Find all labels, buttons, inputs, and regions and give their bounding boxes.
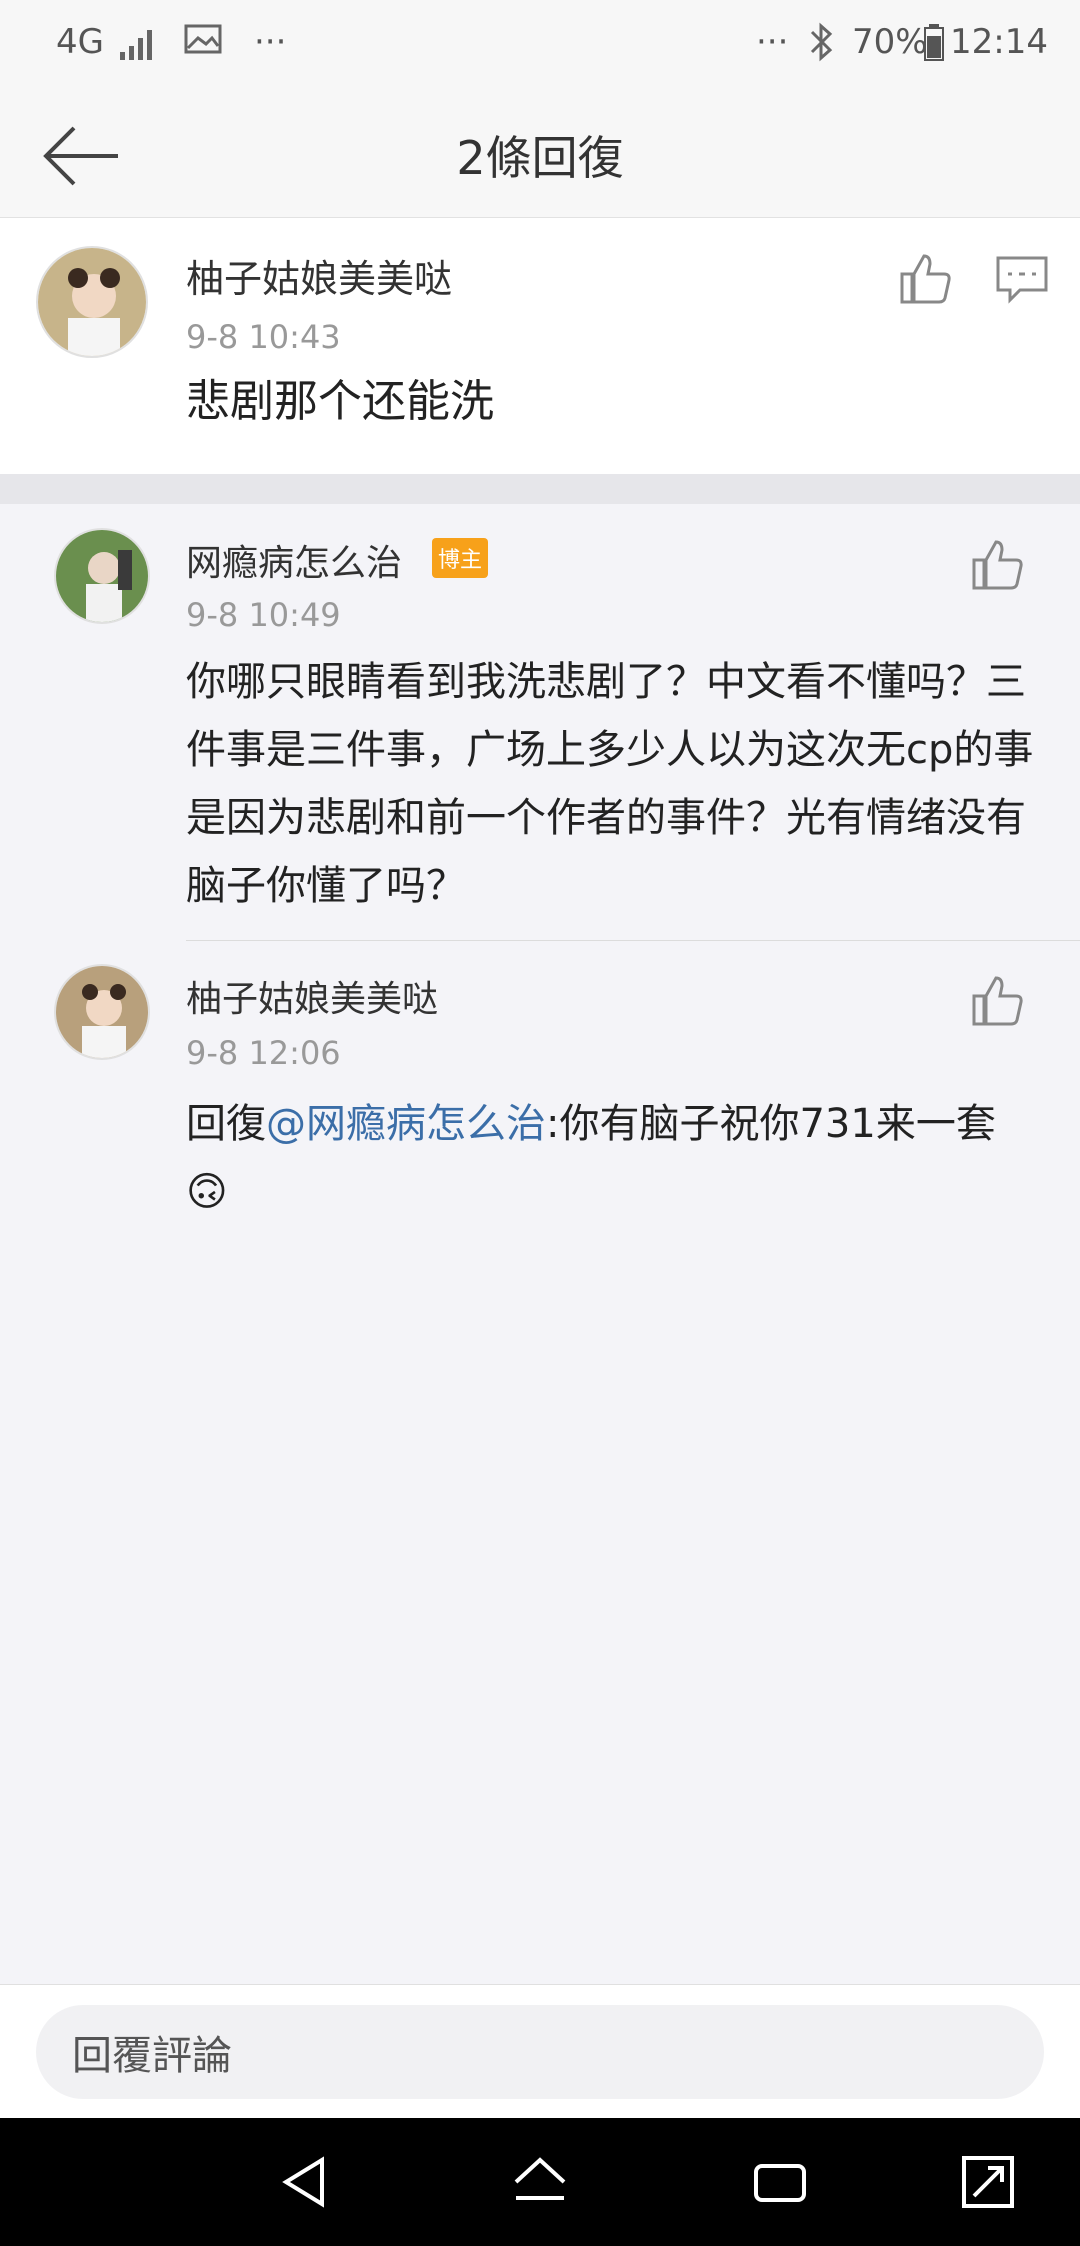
section-gap bbox=[0, 474, 1080, 504]
like-icon[interactable] bbox=[968, 970, 1028, 1030]
reply-author[interactable]: 柚子姑娘美美哒 bbox=[186, 970, 438, 1022]
reply-text: 回復@网瘾病怎么治:你有脑子祝你731来一套 🙃 bbox=[186, 1090, 1036, 1226]
replies-list: 网瘾病怎么治 博主 9-8 10:49 你哪只眼睛看到我洗悲剧了？中文看不懂吗？… bbox=[0, 504, 1080, 1984]
nav-expand-icon[interactable] bbox=[958, 2152, 1018, 2212]
signal-icon bbox=[118, 22, 162, 71]
avatar[interactable] bbox=[54, 528, 150, 624]
like-icon[interactable] bbox=[896, 248, 956, 308]
clock: 12:14 bbox=[950, 22, 1048, 62]
comment-time: 9-8 10:43 bbox=[186, 318, 341, 356]
comment-author[interactable]: 柚子姑娘美美哒 bbox=[186, 248, 452, 303]
reply-time: 9-8 10:49 bbox=[186, 596, 341, 634]
nav-home-icon[interactable] bbox=[510, 2152, 570, 2212]
network-indicator: 4G bbox=[56, 22, 104, 62]
reply-author[interactable]: 网瘾病怎么治 bbox=[186, 534, 402, 586]
main-comment: 柚子姑娘美美哒 9-8 10:43 悲剧那个还能洗 bbox=[0, 218, 1080, 474]
comment-text: 悲剧那个还能洗 bbox=[186, 376, 494, 427]
like-icon[interactable] bbox=[968, 534, 1028, 594]
reply-prefix: 回復 bbox=[186, 1101, 266, 1147]
divider bbox=[186, 940, 1080, 941]
avatar[interactable] bbox=[54, 964, 150, 1060]
bluetooth-icon bbox=[808, 22, 836, 71]
reply-text: 你哪只眼睛看到我洗悲剧了？中文看不懂吗？三件事是三件事，广场上多少人以为这次无c… bbox=[186, 659, 1034, 909]
image-icon bbox=[184, 22, 224, 67]
reply-body: :你有脑子祝你731来一套 bbox=[546, 1101, 996, 1147]
author-badge: 博主 bbox=[432, 538, 489, 578]
more-notifications: ··· bbox=[254, 22, 287, 62]
mention-link[interactable]: @网瘾病怎么治 bbox=[266, 1101, 546, 1147]
reply-time: 9-8 12:06 bbox=[186, 1034, 341, 1072]
header: 2條回復 bbox=[0, 92, 1080, 218]
reply-bar: 回覆評論 bbox=[0, 1984, 1080, 2118]
avatar[interactable] bbox=[36, 246, 148, 358]
system-nav-bar bbox=[0, 2118, 1080, 2246]
reply-icon[interactable] bbox=[992, 248, 1052, 308]
nav-recents-icon[interactable] bbox=[750, 2152, 810, 2212]
nav-back-icon[interactable] bbox=[274, 2152, 334, 2212]
reply-input[interactable]: 回覆評論 bbox=[36, 2005, 1044, 2099]
status-bar: 4G ··· ··· 70% 12:14 bbox=[0, 0, 1080, 92]
battery-icon bbox=[924, 22, 944, 71]
emoji: 🙃 bbox=[186, 1169, 228, 1215]
more-status: ··· bbox=[756, 22, 789, 62]
page-title: 2條回復 bbox=[456, 131, 624, 185]
battery-level: 70% bbox=[852, 22, 928, 62]
